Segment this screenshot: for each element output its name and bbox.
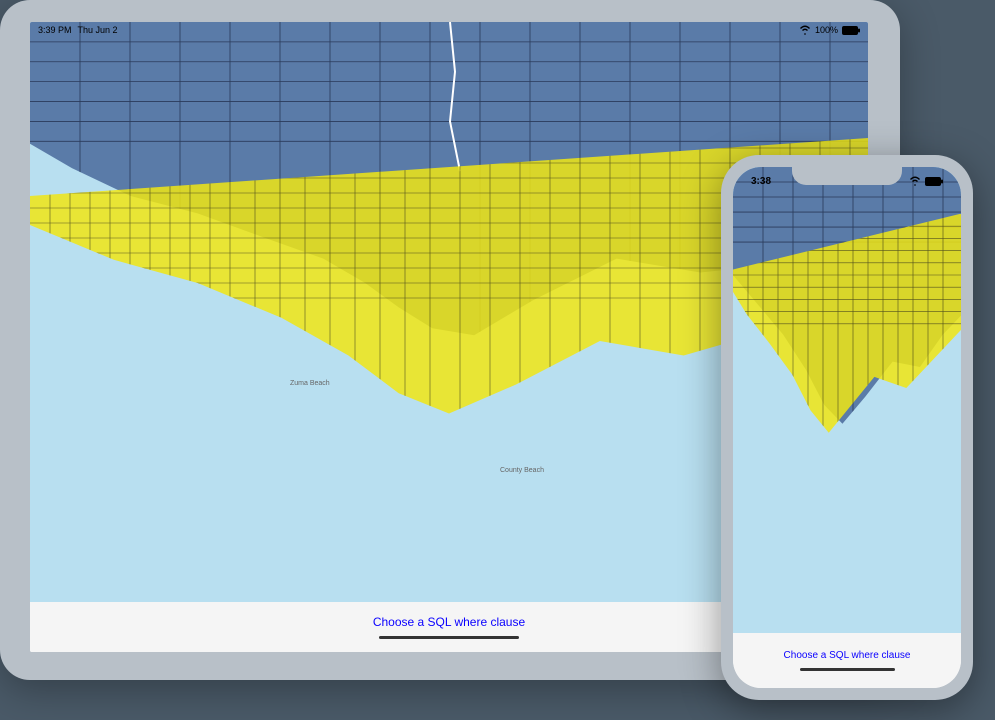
map-beach-label-1: Zuma Beach bbox=[290, 380, 330, 387]
choose-sql-clause-button[interactable]: Choose a SQL where clause bbox=[373, 615, 525, 629]
tablet-time-label: 3:39 PM bbox=[38, 25, 72, 35]
wifi-icon bbox=[909, 176, 921, 186]
tablet-date-label: Thu Jun 2 bbox=[78, 25, 118, 35]
home-indicator bbox=[800, 668, 895, 671]
phone-time-label: 3:38 bbox=[751, 176, 771, 187]
map-beach-label-2: County Beach bbox=[500, 467, 544, 474]
phone-bottom-bar: Choose a SQL where clause bbox=[733, 633, 961, 688]
battery-icon bbox=[842, 26, 860, 35]
tablet-battery-pct: 100% bbox=[815, 25, 838, 35]
tablet-status-right: 100% bbox=[799, 25, 860, 35]
phone-status-right bbox=[909, 176, 943, 186]
phone-device-frame: 3:38 bbox=[721, 155, 973, 700]
phone-screen: 3:38 bbox=[733, 167, 961, 688]
wifi-icon bbox=[799, 25, 811, 35]
phone-map-view[interactable] bbox=[733, 167, 961, 633]
home-indicator bbox=[379, 636, 519, 639]
tablet-status-left: 3:39 PM Thu Jun 2 bbox=[38, 25, 118, 35]
tablet-status-bar: 3:39 PM Thu Jun 2 100% bbox=[30, 22, 868, 38]
choose-sql-clause-button[interactable]: Choose a SQL where clause bbox=[784, 650, 911, 661]
battery-icon bbox=[925, 177, 943, 186]
phone-notch bbox=[792, 167, 902, 185]
